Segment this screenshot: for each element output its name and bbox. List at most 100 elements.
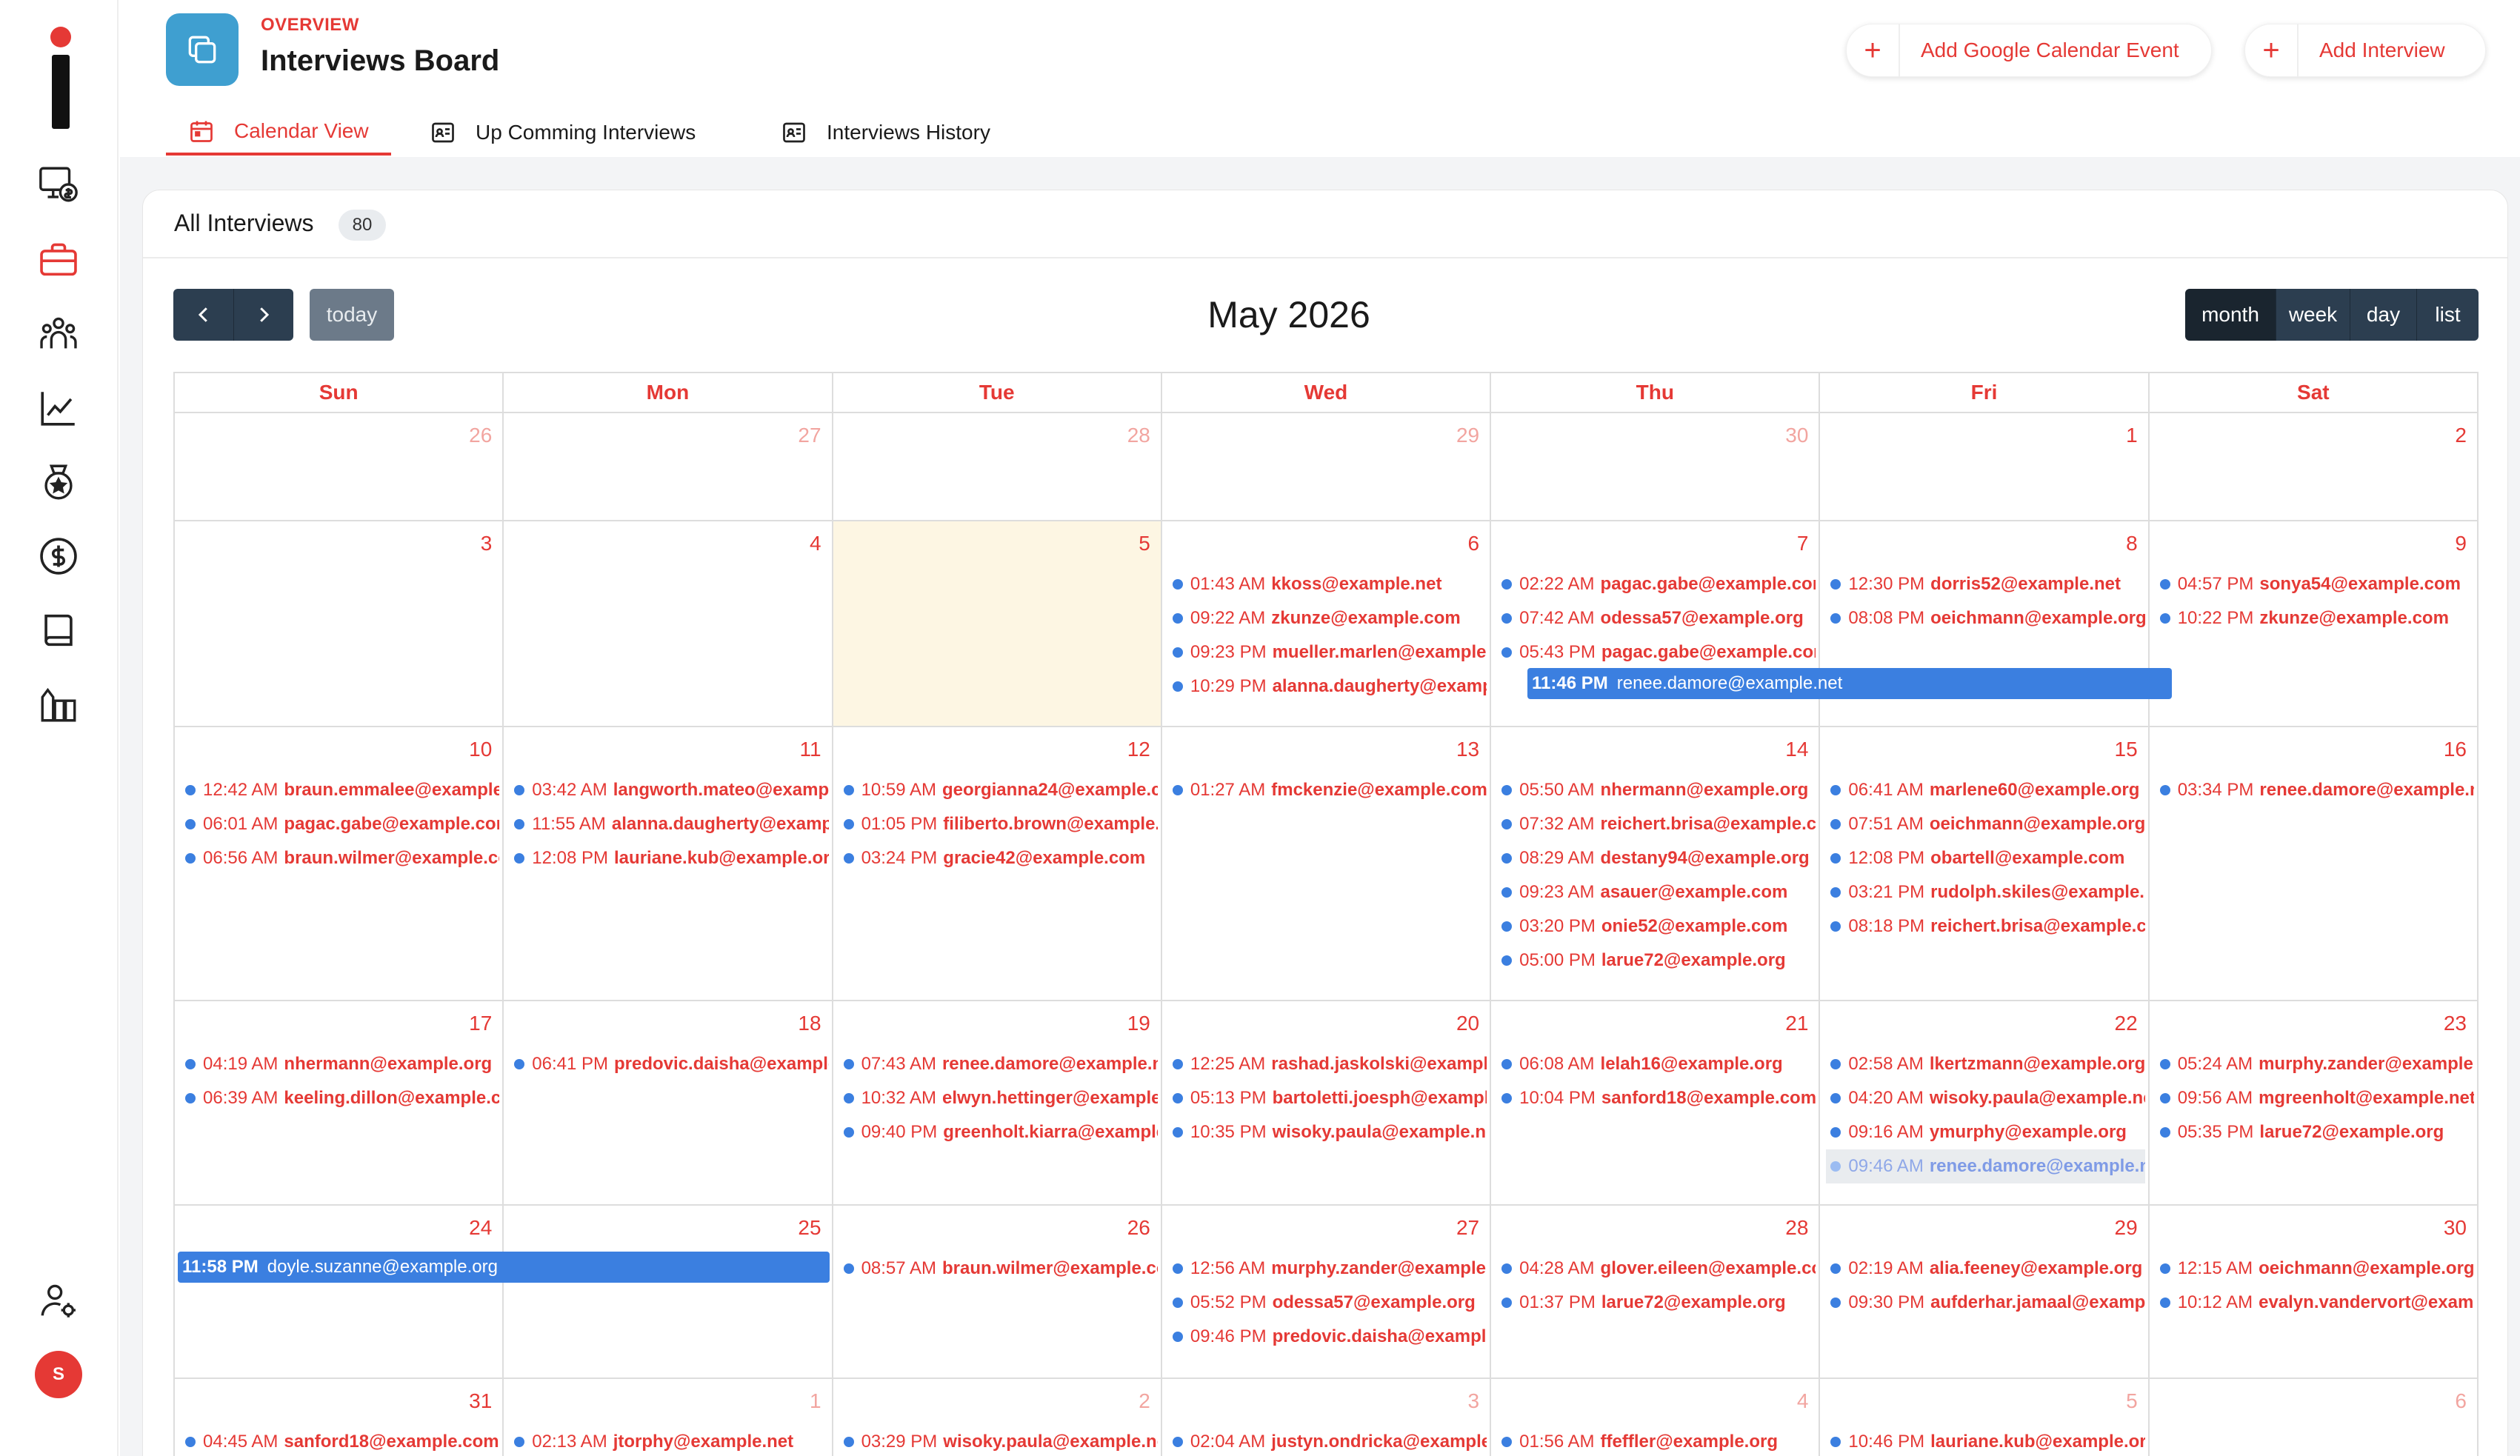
day-cell[interactable]: 25 [504, 1206, 833, 1379]
app-logo[interactable] [46, 27, 76, 129]
day-number[interactable]: 3 [481, 532, 493, 555]
event-item[interactable]: 10:29 PMalanna.daugherty@example.com [1168, 669, 1487, 704]
add-interview-button[interactable]: + Add Interview [2244, 24, 2486, 77]
event-item[interactable]: 09:22 AM zkunze@example.com [1168, 601, 1487, 635]
people-icon[interactable] [34, 310, 83, 358]
event-item[interactable]: 10:04 PM sanford18@example.com [1497, 1081, 1816, 1115]
event-item[interactable]: 05:50 AM nhermann@example.org [1497, 773, 1816, 807]
view-week-button[interactable]: week [2276, 289, 2350, 341]
money-screen-icon[interactable] [34, 160, 83, 209]
day-number[interactable]: 15 [2115, 738, 2138, 761]
day-cell[interactable]: 28 [833, 413, 1162, 521]
day-number[interactable]: 30 [1785, 424, 1808, 447]
day-number[interactable]: 23 [2444, 1012, 2467, 1035]
chart-line-icon[interactable] [34, 384, 83, 433]
day-number[interactable]: 18 [798, 1012, 821, 1035]
day-cell[interactable]: 23 05:24 AM murphy.zander@example.com 09:56… [2149, 1001, 2479, 1206]
event-item[interactable]: 04:45 AM sanford18@example.com [181, 1425, 499, 1456]
day-number[interactable]: 20 [1456, 1012, 1479, 1035]
day-cell[interactable]: 22 02:58 AM lkertzmann@example.org 04:20 AM… [1820, 1001, 2150, 1206]
day-number[interactable]: 16 [2444, 738, 2467, 761]
event-item[interactable]: 08:08 PM oeichmann@example.org [1826, 601, 2145, 635]
day-cell[interactable]: 4 [504, 521, 833, 727]
event-item[interactable]: 12:56 AMmurphy.zander@example.com [1168, 1252, 1487, 1286]
day-cell[interactable]: 5 10:46 PM lauriane.kub@example.org [1820, 1379, 2150, 1456]
day-cell[interactable]: 5 [833, 521, 1162, 727]
user-avatar[interactable]: S [35, 1351, 82, 1398]
day-cell[interactable]: 17 04:19 AM nhermann@example.org 06:39 AM ke… [175, 1001, 504, 1206]
day-cell[interactable]: 15 06:41 AM marlene60@example.org 07:51 AM o… [1820, 727, 2150, 1001]
event-item[interactable]: 05:24 AM murphy.zander@example.com [2156, 1047, 2474, 1081]
event-item[interactable]: 07:43 AM renee.damore@example.net [839, 1047, 1158, 1081]
day-cell[interactable]: 3 02:04 AMjustyn.ondricka@example.com [1162, 1379, 1492, 1456]
event-item[interactable]: 04:57 PM sonya54@example.com [2156, 567, 2474, 601]
event-item[interactable]: 10:46 PM lauriane.kub@example.org [1826, 1425, 2145, 1456]
day-number[interactable]: 26 [1127, 1216, 1150, 1240]
day-number[interactable]: 13 [1456, 738, 1479, 761]
day-number[interactable]: 4 [810, 532, 821, 555]
event-item[interactable]: 10:32 AMelwyn.hettinger@example.com [839, 1081, 1158, 1115]
event-item[interactable]: 05:13 PMbartoletti.joesph@example.com [1168, 1081, 1487, 1115]
event-item[interactable]: 03:34 PM renee.damore@example.net [2156, 773, 2474, 807]
day-cell[interactable]: 11 03:42 AM langworth.mateo@example.com 11:… [504, 727, 833, 1001]
event-item[interactable]: 10:35 PM wisoky.paula@example.net [1168, 1115, 1487, 1149]
event-item[interactable]: 12:25 AMrashad.jaskolski@example.com [1168, 1047, 1487, 1081]
day-cell[interactable]: 28 04:28 AM glover.eileen@example.com 01:37… [1491, 1206, 1821, 1379]
event-item[interactable]: 01:05 PMfiliberto.brown@example.com [839, 807, 1158, 841]
day-cell[interactable]: 14 05:50 AM nhermann@example.org 07:32 AM re… [1491, 727, 1821, 1001]
event-item[interactable]: 06:41 PMpredovic.daisha@example.com [510, 1047, 829, 1081]
day-cell[interactable]: 9 04:57 PM sonya54@example.com 10:22 PM zkun… [2149, 521, 2479, 727]
day-cell[interactable]: 3 [175, 521, 504, 727]
day-number[interactable]: 7 [1797, 532, 1809, 555]
view-month-button[interactable]: month [2185, 289, 2276, 341]
event-item[interactable]: 12:30 PM dorris52@example.net [1826, 567, 2144, 601]
next-month-button[interactable] [233, 289, 293, 341]
day-number[interactable]: 9 [2455, 532, 2467, 555]
event-item[interactable]: 05:43 PM pagac.gabe@example.com [1497, 635, 1816, 669]
event-item[interactable]: 09:23 AM asauer@example.com [1497, 875, 1816, 909]
event-item[interactable]: 10:59 AMgeorgianna24@example.com [839, 773, 1158, 807]
event-item[interactable]: 08:18 PMreichert.brisa@example.com [1826, 909, 2145, 944]
day-cell[interactable]: 30 [1491, 413, 1821, 521]
day-number[interactable]: 5 [2126, 1389, 2138, 1413]
day-cell[interactable]: 16 03:34 PM renee.damore@example.net [2149, 727, 2479, 1001]
event-item[interactable]: 06:41 AM marlene60@example.org [1826, 773, 2144, 807]
day-cell[interactable]: 6 [2150, 1379, 2479, 1456]
day-cell[interactable]: 2 [2149, 413, 2479, 521]
event-item[interactable]: 03:29 PM wisoky.paula@example.net [839, 1425, 1158, 1456]
event-item[interactable]: 01:43 AM kkoss@example.net [1168, 567, 1487, 601]
event-item[interactable]: 09:56 AM mgreenholt@example.net [2156, 1081, 2474, 1115]
day-cell[interactable]: 13 01:27 AM fmckenzie@example.com [1161, 727, 1492, 1001]
event-item[interactable]: 09:46 PMpredovic.daisha@example.com [1168, 1320, 1487, 1354]
event-item[interactable]: 07:32 AMreichert.brisa@example.com [1497, 807, 1816, 841]
day-number[interactable]: 10 [469, 738, 492, 761]
event-item[interactable]: 08:29 AM destany94@example.org [1497, 841, 1816, 875]
day-number[interactable]: 21 [1785, 1012, 1808, 1035]
day-number[interactable]: 2 [1139, 1389, 1150, 1413]
day-number[interactable]: 29 [2115, 1216, 2138, 1240]
tab-upcoming-interviews[interactable]: Up Comming Interviews [407, 110, 718, 156]
day-number[interactable]: 1 [2126, 424, 2138, 447]
event-item[interactable]: 02:13 AM jtorphy@example.net [510, 1425, 828, 1456]
event-item[interactable]: 10:12 AM evalyn.vandervort@example.com [2156, 1286, 2474, 1320]
day-number[interactable]: 2 [2455, 424, 2467, 447]
multi-day-event[interactable]: 11:46 PM renee.damore@example.net [1527, 668, 2172, 699]
day-cell[interactable]: 30 12:15 AM oeichmann@example.org 10:12 AM e… [2149, 1206, 2479, 1379]
day-cell[interactable]: 26 [175, 413, 504, 521]
day-cell[interactable]: 1 02:13 AM jtorphy@example.net [504, 1379, 833, 1456]
day-number[interactable]: 31 [469, 1389, 492, 1413]
event-item[interactable]: 04:28 AM glover.eileen@example.com [1497, 1252, 1816, 1286]
day-number[interactable]: 27 [1456, 1216, 1479, 1240]
event-item[interactable]: 09:16 AM ymurphy@example.org [1826, 1115, 2144, 1149]
day-number[interactable]: 3 [1468, 1389, 1480, 1413]
tab-calendar-view[interactable]: Calendar View [166, 110, 391, 156]
day-number[interactable]: 14 [1785, 738, 1808, 761]
event-item[interactable]: 03:42 AM langworth.mateo@example.com [510, 773, 829, 807]
day-number[interactable]: 25 [798, 1216, 821, 1240]
day-number[interactable]: 26 [469, 424, 492, 447]
event-item[interactable]: 08:57 AMbraun.wilmer@example.com [839, 1252, 1158, 1286]
day-number[interactable]: 11 [799, 738, 821, 761]
day-number[interactable]: 12 [1127, 738, 1150, 761]
event-item[interactable]: 06:39 AMkeeling.dillon@example.com [181, 1081, 499, 1115]
day-cell[interactable]: 2 03:29 PM wisoky.paula@example.net [833, 1379, 1162, 1456]
